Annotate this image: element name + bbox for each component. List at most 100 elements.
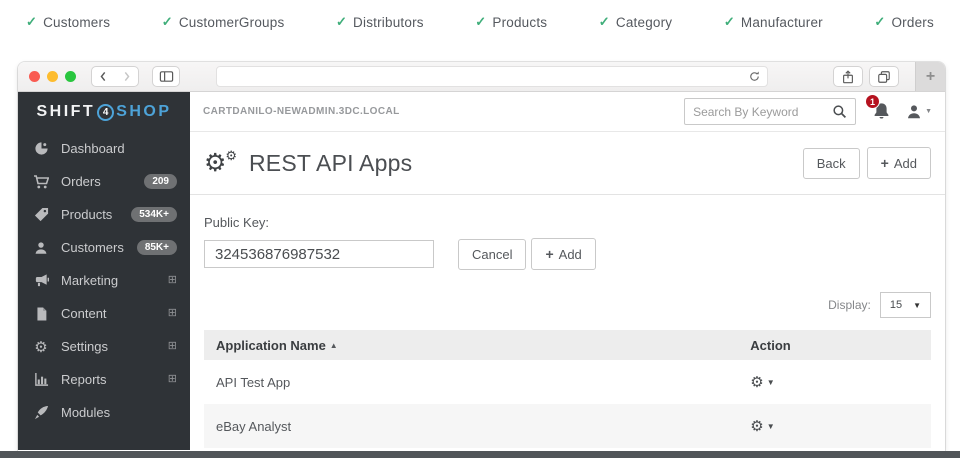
checklist-item-products: ✓ Products [475, 14, 547, 30]
refresh-icon[interactable] [748, 70, 761, 83]
row-action-menu-button[interactable]: ⚙ ▼ [750, 419, 774, 434]
sidebar-item-label: Settings [61, 339, 168, 354]
status-checklist: ✓Customers ✓CustomerGroups ✓Distributors… [0, 0, 960, 44]
app-name: eBay Analyst [216, 419, 291, 434]
table-row: API Test App ⚙ ▼ [204, 360, 931, 404]
expand-icon[interactable]: ⊞ [168, 308, 177, 319]
window-bottom-edge [0, 451, 960, 458]
check-icon: ✓ [724, 14, 735, 30]
sidebar-item-label: Content [61, 306, 168, 321]
display-count-value: 15 [890, 299, 902, 311]
checklist-item-orders: ✓Orders [874, 14, 934, 30]
forward-icon[interactable] [115, 67, 138, 86]
sidebar-item-label: Products [61, 207, 131, 222]
rest-api-cogs-icon: ⚙⚙ [204, 151, 236, 176]
sidebar-toggle-icon[interactable] [152, 66, 180, 87]
sidebar-item-modules[interactable]: Modules [18, 396, 190, 429]
close-window-button[interactable] [29, 71, 40, 82]
admin-top-bar: CARTDANILO-NEWADMIN.3DC.LOCAL 1 ▼ [190, 92, 945, 132]
cancel-button[interactable]: Cancel [458, 239, 526, 270]
tab-overview-icon[interactable] [869, 66, 899, 87]
sidebar-item-marketing[interactable]: Marketing ⊞ [18, 264, 190, 297]
display-count-row: Display: 15 ▼ [204, 292, 931, 318]
expand-icon[interactable]: ⊞ [168, 275, 177, 286]
checklist-item-manufacturer: ✓ Manufacturer [724, 14, 823, 30]
sidebar-item-content[interactable]: Content ⊞ [18, 297, 190, 330]
sidebar-item-products[interactable]: Products 534K+ [18, 198, 190, 231]
gauge-icon [32, 141, 50, 156]
search-icon[interactable] [832, 104, 847, 119]
sidebar-item-label: Customers [61, 240, 137, 255]
row-action-menu-button[interactable]: ⚙ ▼ [750, 375, 774, 390]
window-controls [29, 71, 76, 82]
logo-text-shift: SHIFT [36, 103, 95, 121]
plus-icon: + [545, 246, 553, 262]
gears-icon: ⚙ [32, 338, 50, 356]
checklist-label: CustomerGroups [179, 15, 285, 30]
nav-button-group [91, 66, 139, 87]
public-key-label: Public Key: [204, 215, 931, 230]
expand-icon[interactable]: ⊞ [168, 341, 177, 352]
expand-icon[interactable]: ⊞ [168, 374, 177, 385]
rocket-icon [32, 405, 50, 420]
table-row: eBay Analyst ⚙ ▼ [204, 404, 931, 448]
search-input[interactable] [693, 105, 832, 119]
confirm-add-label: Add [559, 247, 582, 262]
address-bar[interactable] [216, 66, 768, 87]
column-header-label: Application Name [216, 338, 326, 353]
check-icon: ✓ [475, 14, 486, 30]
shift4shop-logo[interactable]: SHIFT4SHOP [18, 92, 190, 132]
back-icon[interactable] [92, 67, 115, 86]
column-header-application-name[interactable]: Application Name ▲ [216, 338, 750, 353]
sidebar-item-customers[interactable]: Customers 85K+ [18, 231, 190, 264]
minimize-window-button[interactable] [47, 71, 58, 82]
gear-icon: ⚙ [750, 419, 763, 434]
checklist-label: Products [492, 15, 547, 30]
back-button[interactable]: Back [803, 148, 860, 179]
checklist-item-customers: ✓Customers [26, 14, 110, 30]
zoom-window-button[interactable] [65, 71, 76, 82]
display-count-select[interactable]: 15 ▼ [880, 292, 931, 318]
page-title: REST API Apps [249, 150, 412, 177]
notification-count-badge: 1 [865, 94, 880, 109]
sidebar-item-reports[interactable]: Reports ⊞ [18, 363, 190, 396]
logo-number-badge: 4 [97, 104, 114, 121]
bar-chart-icon [32, 372, 50, 387]
sidebar-item-orders[interactable]: Orders 209 [18, 165, 190, 198]
display-label: Display: [828, 298, 871, 312]
notifications-button[interactable]: 1 [872, 102, 891, 121]
check-icon: ✓ [599, 14, 610, 30]
back-button-label: Back [817, 156, 846, 171]
tags-icon [32, 207, 50, 222]
public-key-input[interactable] [204, 240, 434, 268]
sidebar-item-settings[interactable]: ⚙ Settings ⊞ [18, 330, 190, 363]
page-content: Public Key: Cancel + Add Display: 15 ▼ [190, 195, 945, 450]
column-header-action: Action [750, 338, 790, 353]
sidebar-item-dashboard[interactable]: Dashboard [18, 132, 190, 165]
public-key-form: Cancel + Add [204, 238, 931, 270]
checklist-item-customergroups: ✓CustomerGroups [162, 14, 285, 30]
checklist-label: Orders [891, 15, 933, 30]
add-button-label: Add [894, 156, 917, 171]
chevron-down-icon: ▼ [925, 108, 932, 115]
confirm-add-button[interactable]: + Add [531, 238, 595, 270]
person-icon [906, 104, 922, 120]
page-header: ⚙⚙ REST API Apps Back +Add [190, 132, 945, 195]
checklist-label: Manufacturer [741, 15, 823, 30]
sidebar-item-label: Dashboard [61, 141, 177, 156]
sidebar-item-label: Modules [61, 405, 177, 420]
logo-text-shop: SHOP [116, 103, 171, 121]
check-icon: ✓ [336, 14, 347, 30]
chevron-down-icon: ▼ [913, 301, 921, 310]
main-panel: CARTDANILO-NEWADMIN.3DC.LOCAL 1 ▼ ⚙⚙ RES… [190, 92, 945, 450]
share-icon[interactable] [833, 66, 863, 87]
checklist-item-distributors: ✓Distributors [336, 14, 424, 30]
browser-window: + SHIFT4SHOP Dashboard Orders 209 Produc… [18, 62, 945, 451]
table-header-row: Application Name ▲ Action [204, 330, 931, 360]
new-tab-button[interactable]: + [915, 62, 945, 91]
account-menu-button[interactable]: ▼ [906, 104, 932, 120]
checklist-label: Customers [43, 15, 110, 30]
add-app-button[interactable]: +Add [867, 147, 931, 179]
api-apps-table: Application Name ▲ Action API Test App ⚙… [204, 330, 931, 448]
store-domain: CARTDANILO-NEWADMIN.3DC.LOCAL [203, 106, 400, 117]
